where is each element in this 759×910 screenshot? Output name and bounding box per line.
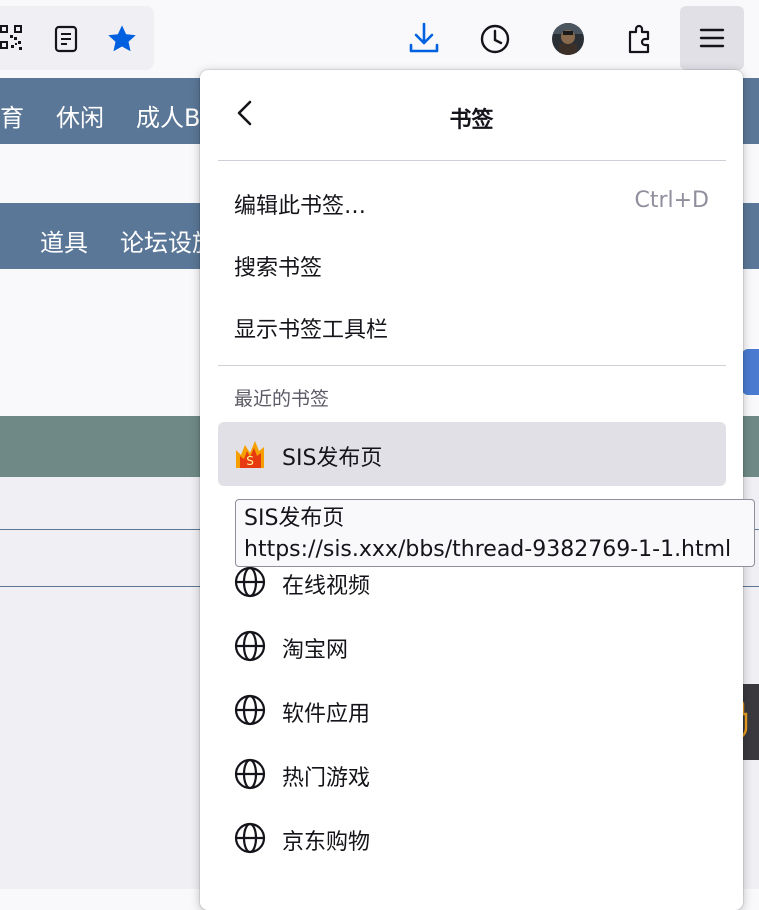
nav-item[interactable]: 育: [0, 106, 24, 130]
globe-icon: [234, 822, 266, 854]
globe-icon: [234, 566, 266, 598]
separator: [218, 365, 726, 366]
qr-code-icon[interactable]: [0, 22, 26, 56]
bookmark-label: 软件应用: [282, 702, 371, 727]
app-menu-button[interactable]: [680, 6, 744, 70]
browser-toolbar: [0, 0, 759, 78]
bookmark-label: SIS发布页: [282, 446, 383, 471]
edit-bookmark-item[interactable]: 编辑此书签…: [234, 188, 366, 220]
globe-icon: [234, 694, 266, 726]
bookmark-label: 在线视频: [282, 574, 371, 599]
bookmark-star-icon[interactable]: [104, 22, 140, 56]
show-bookmarks-toolbar-item[interactable]: 显示书签工具栏: [234, 312, 388, 344]
bookmark-item-games[interactable]: 热门游戏: [218, 742, 726, 806]
bookmark-label: 热门游戏: [282, 766, 371, 791]
recent-bookmarks-header: 最近的书签: [234, 388, 330, 410]
tooltip-title: SIS发布页: [244, 506, 345, 531]
downloads-icon[interactable]: [406, 20, 442, 56]
profile-avatar[interactable]: [551, 22, 585, 56]
bookmark-label: 京东购物: [282, 830, 371, 855]
globe-icon: [234, 630, 266, 662]
edit-bookmark-shortcut: Ctrl+D: [634, 188, 709, 213]
hamburger-menu-icon: [697, 26, 727, 50]
bookmarks-panel: 书签 编辑此书签… Ctrl+D 搜索书签 显示书签工具栏 最近的书签 S SI…: [200, 70, 743, 910]
bookmark-tooltip: SIS发布页 https://sis.xxx/bbs/thread-938276…: [235, 499, 755, 567]
history-icon[interactable]: [478, 22, 512, 56]
tooltip-url: https://sis.xxx/bbs/thread-9382769-1-1.h…: [244, 537, 732, 562]
bookmark-item-jd[interactable]: 京东购物: [218, 806, 726, 870]
page-side-button[interactable]: [742, 349, 759, 395]
bookmark-item-software[interactable]: 软件应用: [218, 678, 726, 742]
bookmark-label: 淘宝网: [282, 638, 349, 663]
search-bookmarks-item[interactable]: 搜索书签: [234, 250, 322, 282]
nav-item[interactable]: 道具: [40, 231, 88, 255]
svg-text:S: S: [246, 454, 254, 468]
sis-favicon: S: [234, 438, 266, 470]
extensions-icon[interactable]: [624, 22, 658, 56]
separator: [218, 160, 726, 161]
nav-item[interactable]: 休闲: [56, 106, 104, 130]
globe-icon: [234, 758, 266, 790]
bookmark-item-sis[interactable]: S SIS发布页: [218, 422, 726, 486]
panel-title: 书签: [449, 108, 494, 133]
bookmark-item-taobao[interactable]: 淘宝网: [218, 614, 726, 678]
reader-view-icon[interactable]: [51, 24, 81, 54]
